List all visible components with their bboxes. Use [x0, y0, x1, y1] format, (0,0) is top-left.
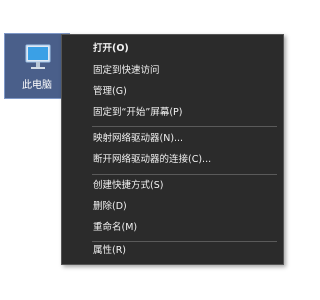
this-pc-label: 此电脑 — [22, 80, 52, 91]
menu-item-pin-to-start[interactable]: 固定到“开始”屏幕(P) — [63, 104, 282, 122]
menu-separator — [92, 174, 277, 175]
menu-separator — [92, 126, 277, 127]
context-menu: 打开(O) 固定到快速访问 管理(G) 固定到“开始”屏幕(P) 映射网络驱动器… — [61, 34, 284, 265]
menu-item-pin-quick-access[interactable]: 固定到快速访问 — [63, 62, 282, 80]
computer-icon — [25, 44, 51, 69]
menu-item-properties[interactable]: 属性(R) — [63, 242, 282, 260]
menu-item-disconnect-network-drive[interactable]: 断开网络驱动器的连接(C)... — [63, 151, 282, 169]
desktop: 此电脑 打开(O) 固定到快速访问 管理(G) 固定到“开始”屏幕(P) 映射网… — [0, 0, 300, 300]
menu-item-delete[interactable]: 删除(D) — [63, 198, 282, 216]
menu-item-rename[interactable]: 重命名(M) — [63, 219, 282, 237]
menu-item-map-network-drive[interactable]: 映射网络驱动器(N)... — [63, 130, 282, 148]
menu-item-manage[interactable]: 管理(G) — [63, 83, 282, 101]
menu-item-create-shortcut[interactable]: 创建快捷方式(S) — [63, 177, 282, 195]
menu-item-open[interactable]: 打开(O) — [63, 40, 282, 58]
